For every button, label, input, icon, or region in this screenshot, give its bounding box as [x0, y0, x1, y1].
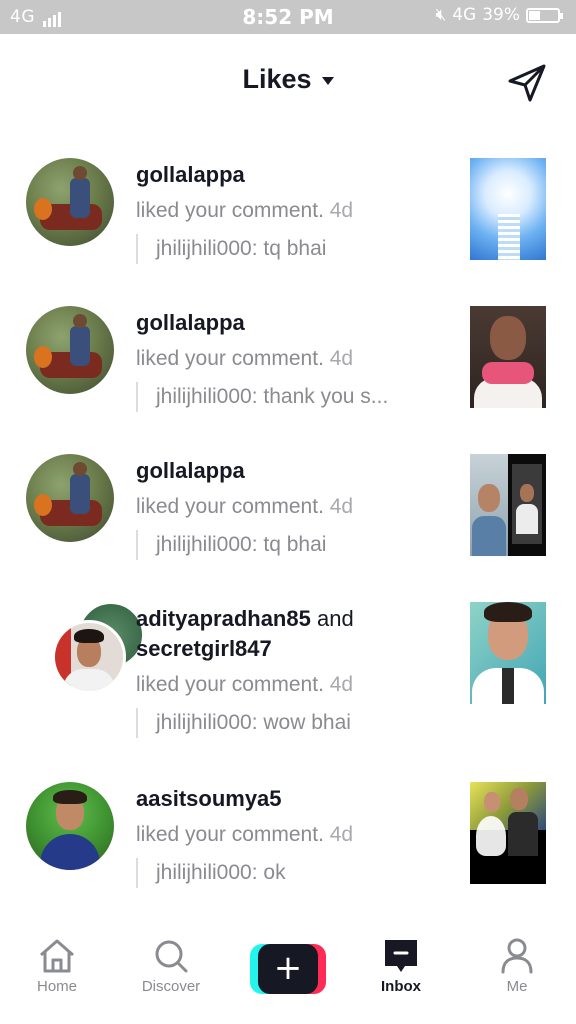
status-bar: 4G 8:52 PM 🔇︎ 4G 39% — [0, 0, 576, 34]
nav-label: Home — [36, 978, 77, 995]
search-icon — [155, 940, 188, 973]
timestamp: 4d — [329, 673, 354, 696]
username[interactable]: adityapradhan85 — [136, 606, 311, 631]
nav-label: Me — [506, 978, 528, 995]
caret-down-icon — [321, 76, 334, 85]
plus-icon: + — [273, 948, 303, 988]
avatar-front — [52, 620, 126, 694]
group-avatar[interactable] — [26, 602, 144, 694]
comment-quote: jhilijhili000: thank you s... — [136, 382, 446, 412]
action-text: liked your comment. — [136, 823, 324, 846]
network-type-right: 4G — [452, 5, 477, 25]
timestamp: 4d — [329, 199, 354, 222]
create-button[interactable]: + — [250, 944, 326, 994]
likes-dropdown[interactable]: Likes — [0, 64, 576, 95]
nav-home[interactable]: Home — [12, 936, 102, 995]
video-thumbnail[interactable] — [470, 454, 546, 556]
timestamp: 4d — [329, 347, 354, 370]
avatar[interactable] — [26, 158, 114, 246]
comment-quote: jhilijhili000: ok — [136, 858, 446, 888]
list-item[interactable]: gollalappa liked your comment. 4d jhilij… — [0, 436, 576, 584]
page-header: Likes — [0, 34, 576, 126]
action-text: liked your comment. — [136, 495, 324, 518]
status-right: 🔇︎ 4G 39% — [435, 5, 563, 25]
list-item[interactable]: adityapradhan85 and secretgirl847 liked y… — [0, 584, 576, 764]
action-line: liked your comment. 4d — [136, 670, 446, 700]
notification-text: gollalappa liked your comment. 4d jhilij… — [136, 456, 446, 560]
home-icon — [40, 939, 74, 973]
page-title: Likes — [242, 64, 312, 94]
video-thumbnail[interactable] — [470, 158, 546, 260]
notification-text: aasitsoumya5 liked your comment. 4d jhil… — [136, 784, 446, 888]
notification-text: gollalappa liked your comment. 4d jhilij… — [136, 160, 446, 264]
action-line: liked your comment. 4d — [136, 196, 446, 226]
battery-icon — [526, 7, 563, 23]
notification-list: gollalappa liked your comment. 4d jhilij… — [0, 140, 576, 912]
action-line: liked your comment. 4d — [136, 344, 446, 374]
timestamp: 4d — [329, 823, 354, 846]
notification-text: adityapradhan85 and secretgirl847 liked y… — [136, 604, 446, 738]
list-item[interactable]: gollalappa liked your comment. 4d jhilij… — [0, 140, 576, 288]
mute-icon: 🔇︎ — [435, 5, 447, 25]
video-thumbnail[interactable] — [470, 602, 546, 704]
comment-quote: jhilijhili000: tq bhai — [136, 234, 446, 264]
nav-inbox[interactable]: Inbox — [356, 936, 446, 995]
notification-text: gollalappa liked your comment. 4d jhilij… — [136, 308, 446, 412]
username[interactable]: gollalappa — [136, 160, 446, 190]
bottom-nav: Home Discover + Inbox Me — [0, 924, 576, 1024]
action-line: liked your comment. 4d — [136, 820, 446, 850]
battery-percent: 39% — [482, 5, 520, 25]
person-icon — [501, 938, 533, 974]
nav-label: Inbox — [381, 978, 421, 995]
comment-quote: jhilijhili000: wow bhai — [136, 708, 446, 738]
avatar[interactable] — [26, 454, 114, 542]
username[interactable]: secretgirl847 — [136, 636, 272, 661]
comment-quote: jhilijhili000: tq bhai — [136, 530, 446, 560]
timestamp: 4d — [329, 495, 354, 518]
action-text: liked your comment. — [136, 673, 324, 696]
avatar[interactable] — [26, 306, 114, 394]
action-text: liked your comment. — [136, 199, 324, 222]
action-line: liked your comment. 4d — [136, 492, 446, 522]
video-thumbnail[interactable] — [470, 306, 546, 408]
video-thumbnail[interactable] — [470, 782, 546, 884]
nav-discover[interactable]: Discover — [126, 936, 216, 995]
list-item[interactable]: gollalappa liked your comment. 4d jhilij… — [0, 288, 576, 436]
avatar[interactable] — [26, 782, 114, 870]
action-text: liked your comment. — [136, 347, 324, 370]
connector-text: and — [316, 606, 354, 631]
paper-plane-icon[interactable] — [506, 62, 548, 104]
nav-me[interactable]: Me — [472, 936, 562, 995]
username-line: adityapradhan85 and secretgirl847 — [136, 604, 446, 664]
username[interactable]: aasitsoumya5 — [136, 784, 446, 814]
username[interactable]: gollalappa — [136, 308, 446, 338]
nav-label: Discover — [141, 978, 201, 995]
list-item[interactable]: aasitsoumya5 liked your comment. 4d jhil… — [0, 764, 576, 912]
inbox-icon — [385, 940, 417, 972]
username[interactable]: gollalappa — [136, 456, 446, 486]
